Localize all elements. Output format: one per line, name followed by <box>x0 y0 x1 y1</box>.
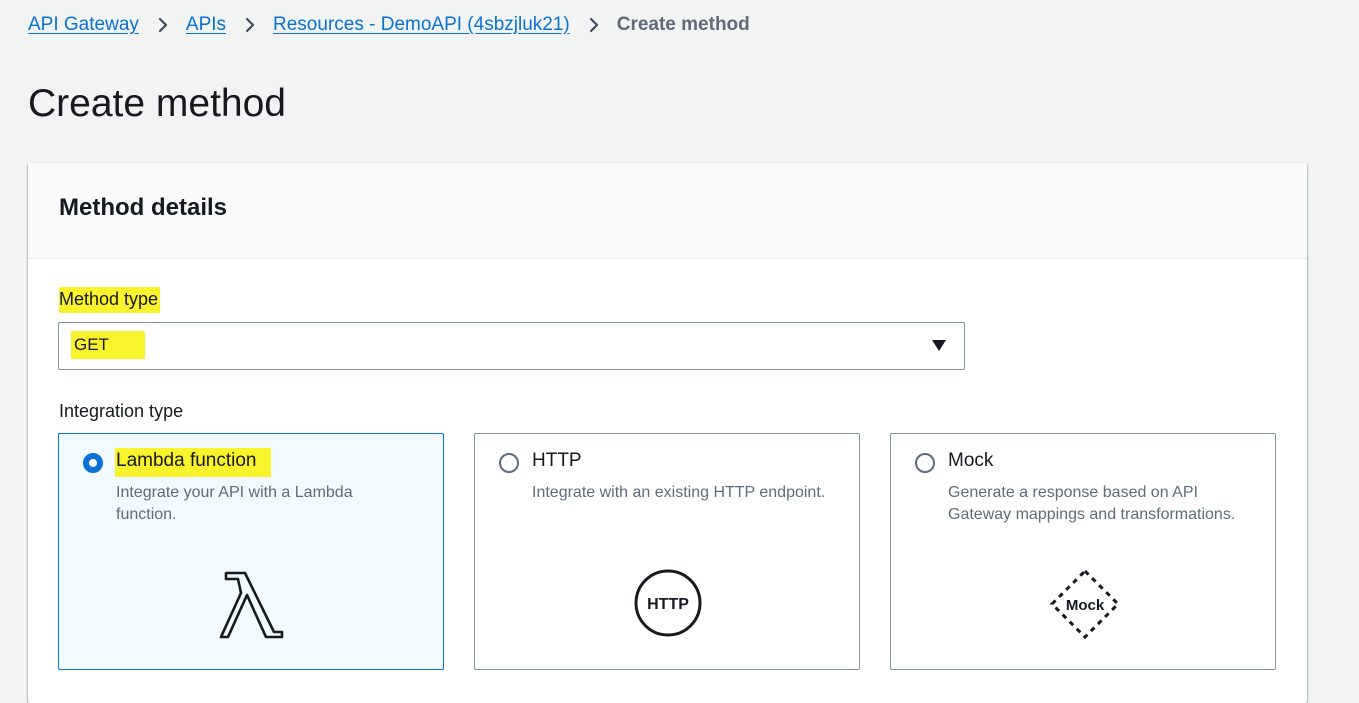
chevron-right-icon <box>585 16 603 34</box>
integration-option-mock[interactable]: Mock Generate a response based on API Ga… <box>890 433 1276 670</box>
breadcrumb-apis-link[interactable]: APIs <box>186 13 226 37</box>
chevron-right-icon <box>154 16 172 34</box>
mock-icon-text: Mock <box>1066 597 1105 614</box>
lambda-icon <box>218 570 286 645</box>
http-radio[interactable] <box>499 453 519 473</box>
lambda-option-description: Integrate your API with a Lambda functio… <box>116 484 353 523</box>
breadcrumb: API Gateway APIs Resources - DemoAPI (4s… <box>28 13 750 37</box>
mock-radio[interactable] <box>915 453 935 473</box>
lambda-option-title: Lambda function <box>115 448 271 477</box>
caret-down-icon <box>932 340 946 351</box>
breadcrumb-resources-link[interactable]: Resources - DemoAPI (4sbzjluk21) <box>273 13 570 37</box>
http-icon-text: HTTP <box>647 596 689 613</box>
http-option-title: HTTP <box>532 450 582 471</box>
chevron-right-icon <box>241 16 259 34</box>
integration-type-label: Integration type <box>59 401 184 421</box>
integration-option-http[interactable]: HTTP Integrate with an existing HTTP end… <box>474 433 860 670</box>
breadcrumb-api-gateway-link[interactable]: API Gateway <box>28 13 139 37</box>
integration-option-lambda[interactable]: Lambda function Integrate your API with … <box>58 433 444 670</box>
http-option-description: Integrate with an existing HTTP endpoint… <box>532 484 826 501</box>
method-details-panel: Method details Method type GET Integrati… <box>28 163 1307 703</box>
breadcrumb-current: Create method <box>616 14 750 35</box>
method-type-label: Method type <box>59 287 161 313</box>
http-icon: HTTP <box>633 568 703 643</box>
method-type-value: GET <box>71 331 145 359</box>
lambda-radio[interactable] <box>83 453 103 473</box>
mock-icon: Mock <box>1049 568 1121 645</box>
page-title: Create method <box>28 82 286 125</box>
mock-option-title: Mock <box>948 450 994 471</box>
panel-title: Method details <box>59 194 228 221</box>
mock-option-description: Generate a response based on API Gateway… <box>948 484 1236 523</box>
method-type-select[interactable]: GET <box>58 322 965 370</box>
panel-header: Method details <box>28 163 1307 259</box>
